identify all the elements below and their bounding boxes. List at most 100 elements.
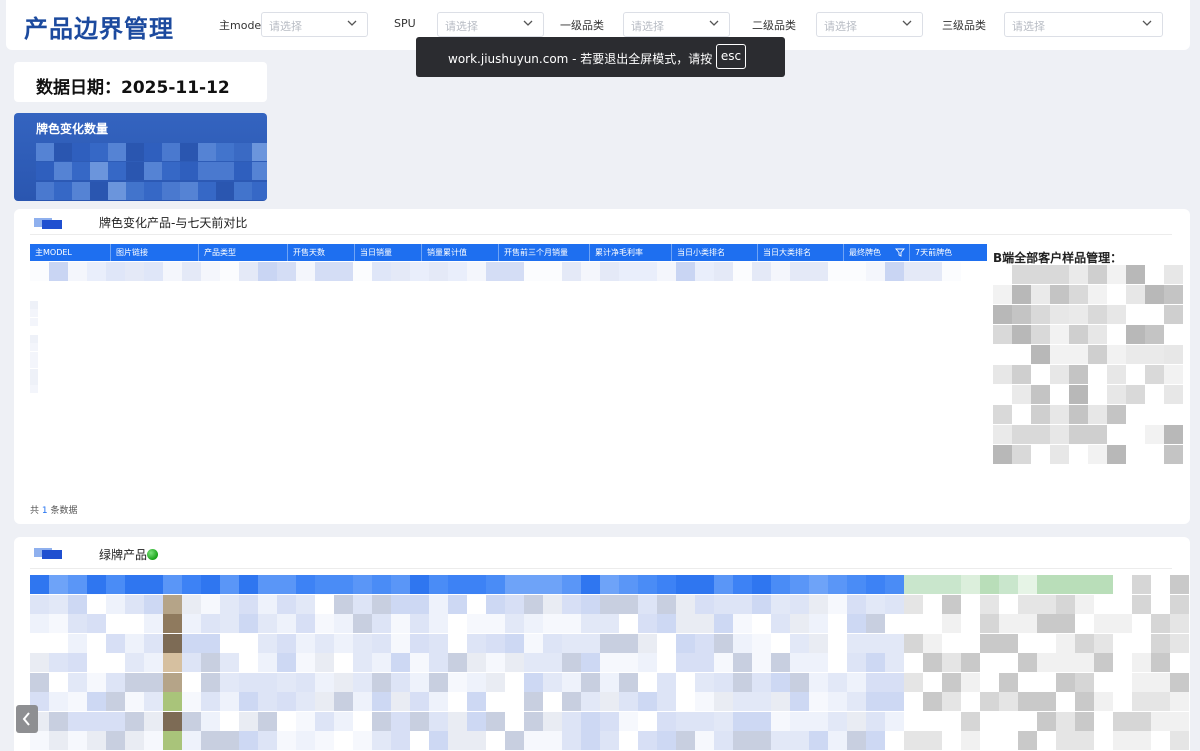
blur-cell [1113, 692, 1132, 712]
column-header[interactable]: 开售天数 [288, 244, 355, 261]
blur-cell [1012, 365, 1031, 384]
blur-cell [220, 594, 239, 614]
blur-cell [201, 711, 220, 731]
blur-cell [1145, 325, 1164, 344]
blur-cell [1107, 425, 1126, 444]
blur-cell [1056, 594, 1075, 614]
blur-cell [771, 672, 790, 692]
blur-cell [904, 672, 923, 692]
blur-cell [1113, 594, 1132, 614]
blur-cell [866, 633, 885, 653]
blur-cell [828, 653, 847, 673]
blur-cell [1094, 594, 1113, 614]
blur-cell [1050, 325, 1069, 344]
filter-label-category-2: 二级品类 [752, 19, 796, 32]
blur-cell [296, 262, 315, 281]
blur-cell [1075, 575, 1094, 594]
blur-cell [36, 162, 54, 181]
blur-cell [752, 711, 771, 731]
blur-cell [942, 653, 961, 673]
column-header[interactable]: 当日小类排名 [672, 244, 758, 261]
blur-cell [68, 594, 87, 614]
blur-cell [638, 731, 657, 751]
blur-cell [144, 653, 163, 673]
column-header[interactable]: 最终牌色 [844, 244, 910, 261]
column-header[interactable]: 当日销量 [355, 244, 422, 261]
column-header[interactable]: 产品类型 [199, 244, 288, 261]
blur-cell [961, 594, 980, 614]
scroll-left-button[interactable] [16, 705, 38, 733]
column-header[interactable]: 主MODEL [30, 244, 111, 261]
blur-cell [1132, 653, 1151, 673]
blur-cell [1050, 345, 1069, 364]
blur-cell [993, 445, 1012, 464]
blur-cell [391, 633, 410, 653]
blur-cell [524, 633, 543, 653]
blur-cell [676, 262, 695, 281]
blur-cell [220, 633, 239, 653]
blur-cell [619, 575, 638, 594]
blur-cell [809, 731, 828, 751]
data-date-text: 数据日期：2025-11-12 [36, 78, 230, 98]
blur-cell [239, 672, 258, 692]
blur-cell [252, 181, 267, 200]
blur-cell [296, 633, 315, 653]
blur-cell [429, 614, 448, 634]
category-3-select[interactable]: 请选择 [1004, 12, 1163, 37]
blur-cell [885, 672, 904, 692]
blur-cell [993, 305, 1012, 324]
blur-cell [1151, 731, 1170, 751]
column-header[interactable]: 累计净毛利率 [590, 244, 672, 261]
column-header[interactable]: 销量累计值 [422, 244, 499, 261]
spu-select[interactable]: 请选择 [437, 12, 544, 37]
chevron-down-icon [1142, 20, 1152, 26]
column-header[interactable]: 图片链接 [111, 244, 199, 261]
column-header[interactable]: 开售前三个月销量 [499, 244, 590, 261]
blur-cell [144, 731, 163, 751]
blur-cell [562, 672, 581, 692]
column-header[interactable]: 7天前牌色 [910, 244, 987, 261]
blur-cell [980, 575, 999, 594]
blur-cell [695, 731, 714, 751]
blur-cell [828, 633, 847, 653]
blur-cell [923, 653, 942, 673]
blur-cell [562, 633, 581, 653]
model-select[interactable]: 请选择 [261, 12, 368, 37]
blur-cell [733, 672, 752, 692]
blur-cell [467, 633, 486, 653]
blur-cell [619, 692, 638, 712]
blur-cell [144, 143, 162, 161]
blur-cell [543, 672, 562, 692]
blur-cell [999, 575, 1018, 594]
blur-cell [885, 575, 904, 594]
blur-cell [993, 285, 1012, 304]
blur-cell [885, 653, 904, 673]
model-select-placeholder: 请选择 [269, 20, 302, 33]
blur-cell [220, 575, 239, 594]
blur-cell [581, 575, 600, 594]
blur-cell [1132, 575, 1151, 594]
green-section-title: 绿牌产品 [99, 548, 148, 562]
blur-cell [49, 614, 68, 634]
column-header[interactable]: 当日大类排名 [758, 244, 844, 261]
blur-cell [1145, 305, 1164, 324]
category-1-select[interactable]: 请选择 [623, 12, 730, 37]
blur-cell [1069, 365, 1088, 384]
blur-cell [771, 594, 790, 614]
blur-cell [1132, 594, 1151, 614]
filter-icon[interactable] [895, 247, 905, 257]
blur-cell [1107, 365, 1126, 384]
chevron-down-icon [523, 20, 533, 26]
blur-cell [1012, 425, 1031, 444]
blur-cell [410, 614, 429, 634]
fullscreen-toast: work.jiushuyun.com - 若要退出全屏模式，请按 esc [416, 37, 785, 77]
blur-cell [524, 692, 543, 712]
blur-cell [524, 672, 543, 692]
blurred-content [30, 284, 38, 394]
blur-cell [866, 614, 885, 634]
blur-cell [961, 731, 980, 751]
blur-cell [1031, 425, 1050, 444]
category-2-select[interactable]: 请选择 [816, 12, 923, 37]
blur-cell [581, 731, 600, 751]
blur-cell [410, 262, 429, 281]
